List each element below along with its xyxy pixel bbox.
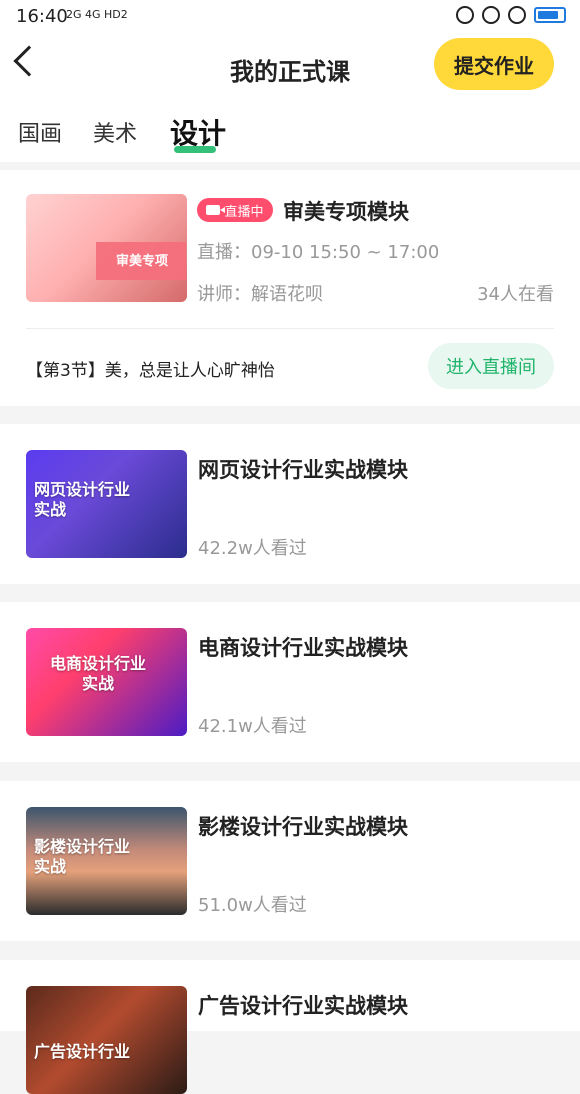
- course-thumbnail-text: 网页设计行业 实战: [34, 480, 131, 519]
- course-thumbnail: 影楼设计行业 实战: [26, 807, 187, 915]
- course-title: 网页设计行业实战模块: [198, 458, 408, 482]
- course-title: 影楼设计行业实战模块: [198, 815, 408, 839]
- active-tab-indicator: [174, 146, 216, 153]
- tab-guohua[interactable]: 国画: [18, 116, 62, 148]
- live-lesson: 【第3节】美，总是让人心旷神怡: [26, 361, 275, 381]
- live-title: 审美专项模块: [283, 200, 409, 224]
- course-thumbnail: 广告设计行业: [26, 986, 187, 1094]
- course-views: 51.0w人看过: [198, 895, 307, 916]
- alarm-icon: [508, 6, 526, 24]
- status-time: 16:40: [16, 6, 68, 27]
- submit-homework-button[interactable]: 提交作业: [434, 38, 554, 90]
- course-card[interactable]: 电商设计行业 实战 电商设计行业实战模块 42.1w人看过: [0, 602, 580, 762]
- thumbnail-label: 审美专项: [116, 254, 169, 269]
- course-thumbnail: 网页设计行业 实战: [26, 450, 187, 558]
- live-thumbnail: 审美专项: [26, 194, 187, 302]
- live-course-card[interactable]: 审美专项 直播中 审美专项模块 直播：09-10 15:50 ~ 17:00 讲…: [0, 170, 580, 406]
- divider: [26, 328, 554, 329]
- course-thumbnail-text: 广告设计行业: [34, 1042, 131, 1061]
- lock-icon: [482, 6, 500, 24]
- camera-icon: [206, 205, 226, 215]
- live-badge: 直播中: [197, 198, 273, 222]
- app-header: 我的正式课 提交作业: [0, 32, 580, 102]
- category-tabs: 国画 美术 设计: [0, 102, 580, 162]
- vibrate-icon: [456, 6, 474, 24]
- network-indicator: 2G 4G HD2: [66, 8, 128, 21]
- course-card[interactable]: 广告设计行业 广告设计行业实战模块: [0, 960, 580, 1094]
- battery-icon: [534, 7, 566, 23]
- course-thumbnail-text: 电商设计行业 实战: [50, 654, 147, 693]
- course-card[interactable]: 网页设计行业 实战 网页设计行业实战模块 42.2w人看过: [0, 424, 580, 584]
- course-title: 电商设计行业实战模块: [198, 636, 408, 660]
- enter-live-room-button[interactable]: 进入直播间: [428, 343, 554, 389]
- course-thumbnail: 电商设计行业 实战: [26, 628, 187, 736]
- live-teacher: 讲师：解语花呗: [197, 284, 323, 305]
- course-thumbnail-text: 影楼设计行业 实战: [34, 837, 131, 876]
- course-views: 42.1w人看过: [198, 716, 307, 737]
- course-title: 广告设计行业实战模块: [198, 994, 408, 1018]
- status-icons: [456, 6, 566, 24]
- live-badge-text: 直播中: [224, 204, 264, 220]
- tab-meishu[interactable]: 美术: [93, 116, 137, 148]
- course-card[interactable]: 影楼设计行业 实战 影楼设计行业实战模块 51.0w人看过: [0, 781, 580, 941]
- live-viewers: 34人在看: [477, 284, 554, 305]
- status-bar: 16:40 2G 4G HD2: [0, 0, 580, 32]
- live-time: 直播：09-10 15:50 ~ 17:00: [197, 242, 440, 263]
- course-views: 42.2w人看过: [198, 538, 307, 559]
